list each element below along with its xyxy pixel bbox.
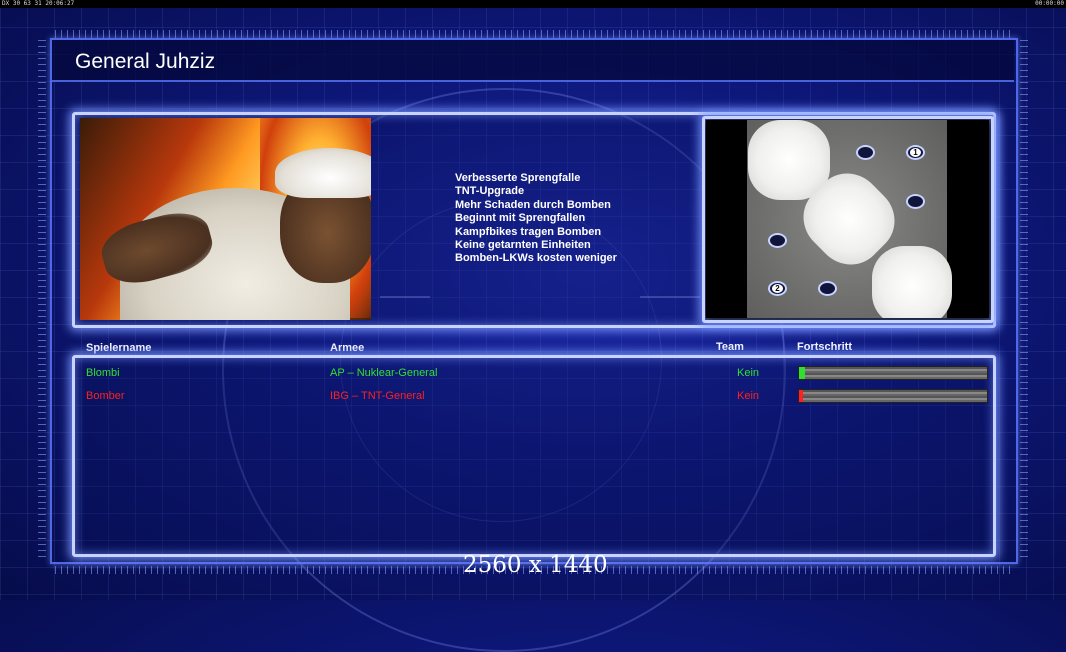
frame-ticks-left (38, 40, 46, 560)
portrait-turban (275, 148, 371, 198)
player-team: Kein (737, 390, 760, 402)
start-position[interactable] (906, 194, 925, 209)
map-snow-area (872, 246, 952, 318)
player-name: Bomber (86, 390, 125, 402)
map-preview: 1 2 (706, 120, 989, 318)
bonus-item: Keine getarnten Einheiten (455, 239, 591, 252)
start-label: 2 (772, 284, 783, 293)
start-position[interactable] (768, 233, 787, 248)
progress-bar (798, 366, 988, 380)
player-name: Blombi (86, 367, 120, 379)
player-army: AP – Nuklear-General (330, 367, 438, 379)
start-position-1[interactable]: 1 (906, 145, 925, 160)
player-team: Kein (737, 367, 760, 379)
player-army: IBG – TNT-General (330, 390, 425, 402)
header-progress: Fortschritt (797, 341, 852, 353)
page-title: General Juhziz (75, 50, 216, 73)
bonus-item: Verbesserte Sprengfalle (455, 172, 581, 184)
header-army: Armee (330, 342, 365, 354)
progress-fill (799, 367, 805, 379)
start-position[interactable] (856, 145, 875, 160)
frame-ticks-right (1020, 40, 1028, 560)
header-player-name: Spielername (86, 342, 152, 354)
player-list-panel (72, 355, 996, 557)
bonus-item: Beginnt mit Sprengfallen (455, 212, 586, 225)
debug-bar: DX 30 63 31 20:06:27 00:00:00 (0, 0, 1066, 8)
frame-ticks-top (55, 30, 1010, 38)
bonus-item: Kampfbikes tragen Bomben (455, 225, 602, 238)
resolution-label: 2560 x 1440 (463, 552, 608, 578)
bonus-item: Mehr Schaden durch Bomben (455, 198, 611, 211)
debug-clock: 00:00:00 (1035, 0, 1064, 7)
start-label: 1 (910, 148, 921, 157)
debug-stats: DX 30 63 31 20:06:27 (2, 0, 75, 7)
header-team: Team (716, 341, 744, 353)
start-position[interactable] (818, 281, 837, 296)
bonus-item: TNT-Upgrade (455, 185, 525, 198)
start-position-2[interactable]: 2 (768, 281, 787, 296)
progress-bar (798, 389, 988, 403)
bonus-item: Bomben-LKWs kosten weniger (455, 252, 617, 265)
progress-fill (799, 390, 803, 402)
general-portrait (80, 118, 371, 320)
general-bonus-list: Verbesserte Sprengfalle TNT-Upgrade Mehr… (455, 172, 617, 266)
